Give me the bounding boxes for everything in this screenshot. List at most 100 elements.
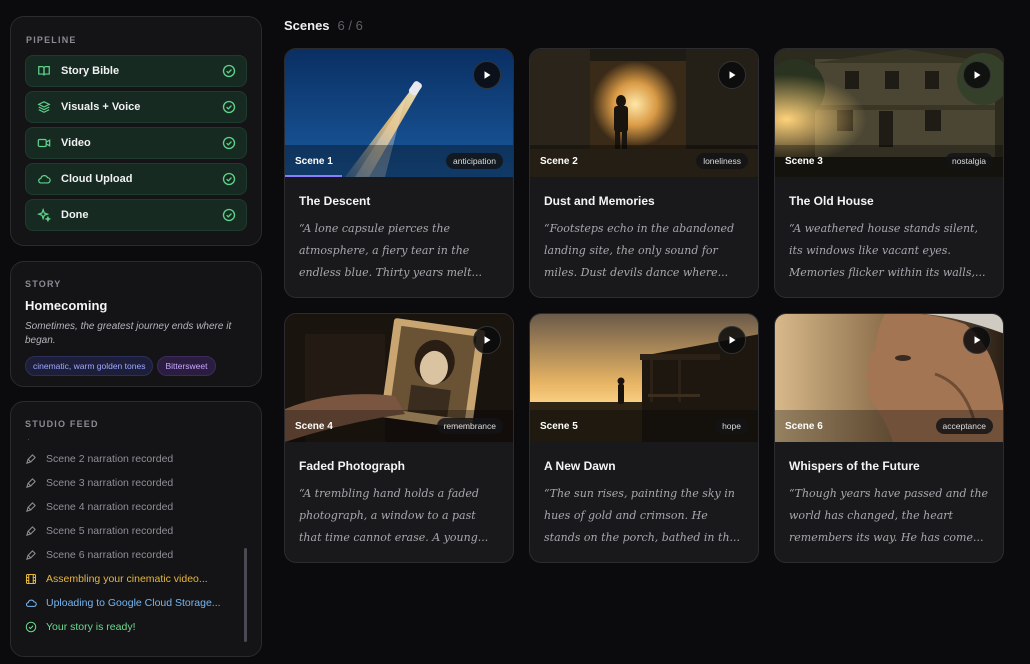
story-panel-title: Story: [25, 279, 62, 289]
check-circle-icon: [222, 172, 236, 186]
scene-number: Scene 5: [540, 421, 578, 432]
scene-card[interactable]: Scene 1 anticipation The Descent “A lone ca…: [284, 48, 514, 298]
mic-icon: [26, 526, 36, 536]
cloud-icon: [25, 599, 37, 607]
feed-item: Assembling your cinematic video...: [25, 567, 247, 591]
feed-item-text: Assembling your cinematic video...: [46, 573, 208, 585]
scene-thumbnail[interactable]: Scene 5 hope: [530, 314, 758, 442]
scene-narration: “The sun rises, painting the sky in hues…: [544, 487, 741, 544]
scene-card[interactable]: Scene 2 loneliness Dust and Memories “Foots…: [529, 48, 759, 298]
feed-title: Studio Feed: [25, 419, 99, 429]
book-icon: [36, 63, 52, 79]
play-button[interactable]: [963, 326, 991, 354]
feed-item: Scene 2 narration recorded: [25, 447, 247, 471]
scene-narration: “A lone capsule pierces the atmosphere, …: [299, 222, 482, 279]
play-icon: [484, 71, 491, 79]
play-icon: [484, 336, 491, 344]
feed-scrollbar[interactable]: [244, 548, 247, 642]
check-circle-icon: [222, 208, 236, 222]
scene-card[interactable]: Scene 4 remembrance Faded Photograph “A tre…: [284, 313, 514, 563]
pipeline-title: Pipeline: [26, 35, 77, 45]
scene-narration: “Though years have passed and the world …: [789, 487, 989, 544]
feed-item: Uploading to Google Cloud Storage...: [25, 591, 247, 615]
feed-item: Scene 4 narration recorded: [25, 495, 247, 519]
scene-title: The Descent: [299, 194, 371, 208]
pipeline-step-label: Done: [61, 209, 89, 221]
play-button[interactable]: [963, 61, 991, 89]
scene-narration: “A trembling hand holds a faded photogra…: [299, 487, 489, 544]
mood-badge: anticipation: [445, 153, 503, 169]
pipeline-step-label: Video: [61, 137, 91, 149]
scene-narration: “A weathered house stands silent, its wi…: [789, 222, 986, 279]
scene-number: Scene 3: [785, 156, 823, 167]
style-tag: cinematic, warm golden tones: [25, 356, 154, 376]
scene-card[interactable]: Scene 5 hope A New Dawn “The sun rises, pai…: [529, 313, 759, 563]
pipeline-step-visuals-voice[interactable]: Visuals + Voice: [25, 91, 247, 123]
play-icon: [729, 336, 736, 344]
pipeline-step-label: Story Bible: [61, 65, 120, 77]
scene-number: Scene 2: [540, 156, 578, 167]
scene-narration: “Footsteps echo in the abandoned landing…: [544, 222, 735, 279]
feed-item: Scene 3 narration recorded: [25, 471, 247, 495]
studio-feed-panel: Studio Feed · Scene 2 narration recorded…: [10, 401, 262, 657]
scene-card[interactable]: Scene 6 acceptance Whispers of the Future “…: [774, 313, 1004, 563]
scenes-title: Scenes: [284, 18, 330, 33]
mood-badge: hope: [715, 418, 748, 434]
mood-badge: acceptance: [935, 418, 993, 434]
story-title: Homecoming: [25, 298, 108, 313]
scene-number: Scene 1: [295, 156, 333, 167]
mic-icon: [26, 454, 36, 464]
mic-icon: [26, 550, 36, 560]
cloud-icon: [36, 171, 52, 187]
pipeline-step-story-bible[interactable]: Story Bible: [25, 55, 247, 87]
scene-number: Scene 6: [785, 421, 823, 432]
feed-item-text: Scene 4 narration recorded: [46, 501, 174, 513]
film-icon: [25, 573, 37, 585]
mood-badge: loneliness: [696, 153, 748, 169]
play-button[interactable]: [473, 61, 501, 89]
scenes-count: 6 / 6: [337, 18, 363, 33]
scene-thumbnail[interactable]: Scene 2 loneliness: [530, 49, 758, 177]
feed-item-text: Scene 6 narration recorded: [46, 549, 174, 561]
mic-icon: [26, 502, 36, 512]
tone-tag: Bittersweet: [157, 356, 216, 376]
sparkle-icon: [36, 207, 52, 223]
check-circle-icon: [25, 621, 37, 633]
mic-icon: [26, 478, 36, 488]
pipeline-panel: Pipeline Story Bible Visuals + Voice Vid…: [10, 16, 262, 246]
playback-progress: [285, 175, 342, 177]
play-button[interactable]: [473, 326, 501, 354]
scene-title: A New Dawn: [544, 459, 616, 473]
layers-icon: [36, 99, 52, 115]
scene-thumbnail[interactable]: Scene 4 remembrance: [285, 314, 513, 442]
play-button[interactable]: [718, 61, 746, 89]
pipeline-step-done[interactable]: Done: [25, 199, 247, 231]
feed-item: Scene 6 narration recorded: [25, 543, 247, 567]
scene-thumbnail[interactable]: Scene 3 nostalgia: [775, 49, 1003, 177]
scene-title: Faded Photograph: [299, 459, 405, 473]
feed-item-text: Scene 5 narration recorded: [46, 525, 174, 537]
pipeline-step-label: Cloud Upload: [61, 173, 133, 185]
feed-overflow-dot: ·: [27, 435, 30, 444]
pipeline-step-cloud-upload[interactable]: Cloud Upload: [25, 163, 247, 195]
scene-number: Scene 4: [295, 421, 333, 432]
scene-title: Whispers of the Future: [789, 459, 920, 473]
scene-title: The Old House: [789, 194, 874, 208]
scene-title: Dust and Memories: [544, 194, 655, 208]
mood-badge: nostalgia: [944, 153, 993, 169]
check-circle-icon: [222, 100, 236, 114]
story-logline: Sometimes, the greatest journey ends whe…: [25, 321, 232, 346]
scene-thumbnail[interactable]: Scene 6 acceptance: [775, 314, 1003, 442]
pipeline-step-video[interactable]: Video: [25, 127, 247, 159]
check-circle-icon: [222, 136, 236, 150]
scene-card[interactable]: Scene 3 nostalgia The Old House “A weathere…: [774, 48, 1004, 298]
feed-list[interactable]: Scene 2 narration recorded Scene 3 narrat…: [25, 447, 247, 639]
play-icon: [974, 336, 981, 344]
play-button[interactable]: [718, 326, 746, 354]
play-icon: [729, 71, 736, 79]
scene-thumbnail[interactable]: Scene 1 anticipation: [285, 49, 513, 177]
story-panel: Story Homecoming Sometimes, the greatest…: [10, 261, 262, 387]
scenes-header: Scenes 6 / 6: [284, 18, 363, 33]
feed-item-text: Scene 3 narration recorded: [46, 477, 174, 489]
feed-item-text: Uploading to Google Cloud Storage...: [46, 597, 221, 609]
